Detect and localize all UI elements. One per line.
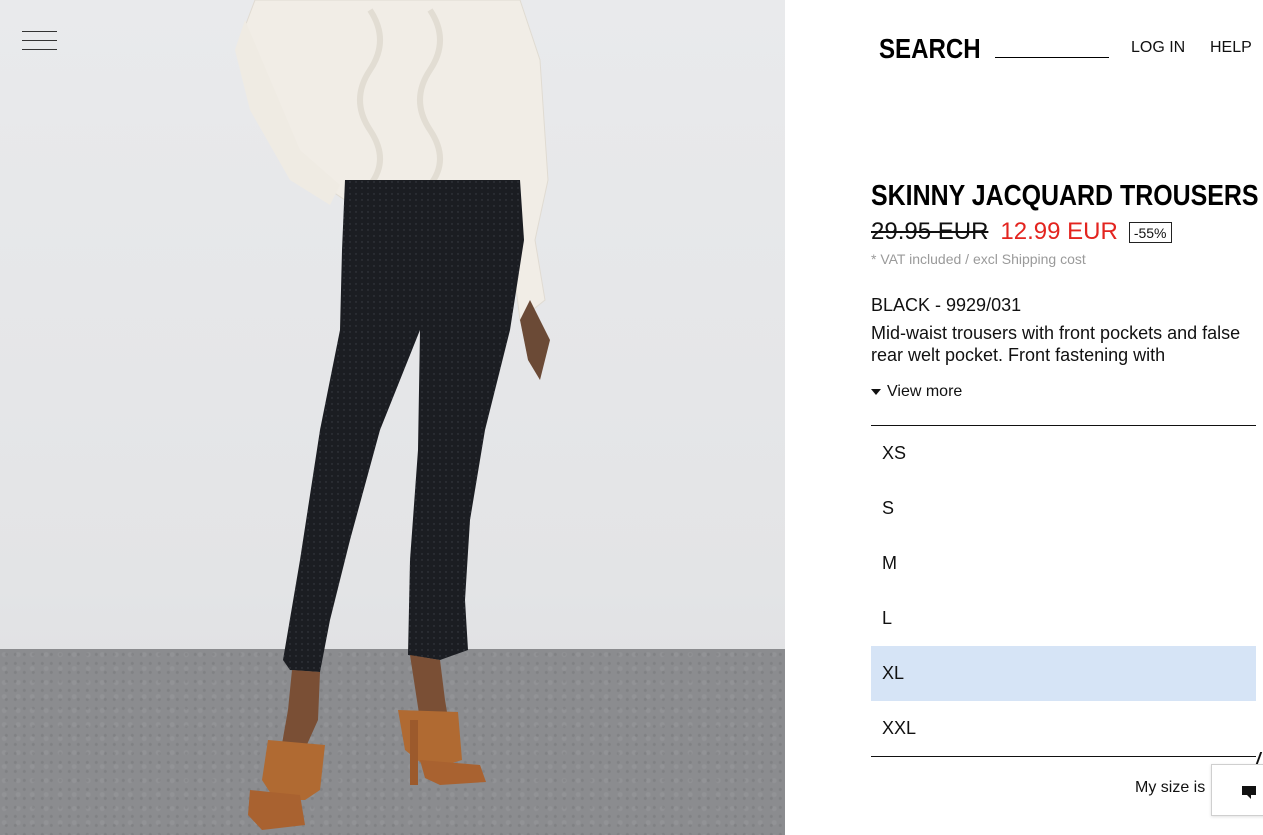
help-link[interactable]: HELP [1210, 39, 1252, 57]
login-link[interactable]: LOG IN [1131, 39, 1185, 57]
price-row: 29.95 EUR 12.99 EUR -55% [871, 218, 1172, 246]
hamburger-menu-icon[interactable] [22, 30, 58, 52]
sale-price: 12.99 EUR [1000, 218, 1118, 245]
my-size-link[interactable]: My size is [1135, 779, 1205, 797]
model-illustration [235, 0, 550, 830]
size-option[interactable]: L [871, 591, 1256, 646]
size-option[interactable]: XXL [871, 701, 1256, 756]
discount-badge: -55% [1128, 221, 1172, 243]
caret-down-icon [871, 389, 881, 395]
edge-mark [1255, 752, 1263, 764]
size-list: XS S M L XL XXL [871, 425, 1256, 757]
search-label[interactable]: SEARCH [879, 33, 981, 65]
size-option[interactable]: XS [871, 426, 1256, 481]
product-description: Mid-waist trousers with front pockets an… [871, 323, 1241, 365]
view-more-label: View more [887, 383, 963, 400]
chat-icon [1242, 786, 1256, 799]
product-image[interactable] [0, 0, 785, 835]
search-underline [995, 57, 1109, 58]
old-price: 29.95 EUR [871, 218, 989, 245]
size-option[interactable]: S [871, 481, 1256, 536]
chat-button[interactable] [1211, 764, 1263, 816]
product-title: SKINNY JACQUARD TROUSERS [871, 180, 1259, 212]
vat-note: * VAT included / excl Shipping cost [871, 251, 1086, 267]
search-input[interactable] [995, 36, 1109, 56]
size-option[interactable]: M [871, 536, 1256, 591]
size-option-selected[interactable]: XL [871, 646, 1256, 701]
view-more-button[interactable]: View more [871, 383, 962, 401]
color-reference: BLACK - 9929/031 [871, 295, 1022, 315]
